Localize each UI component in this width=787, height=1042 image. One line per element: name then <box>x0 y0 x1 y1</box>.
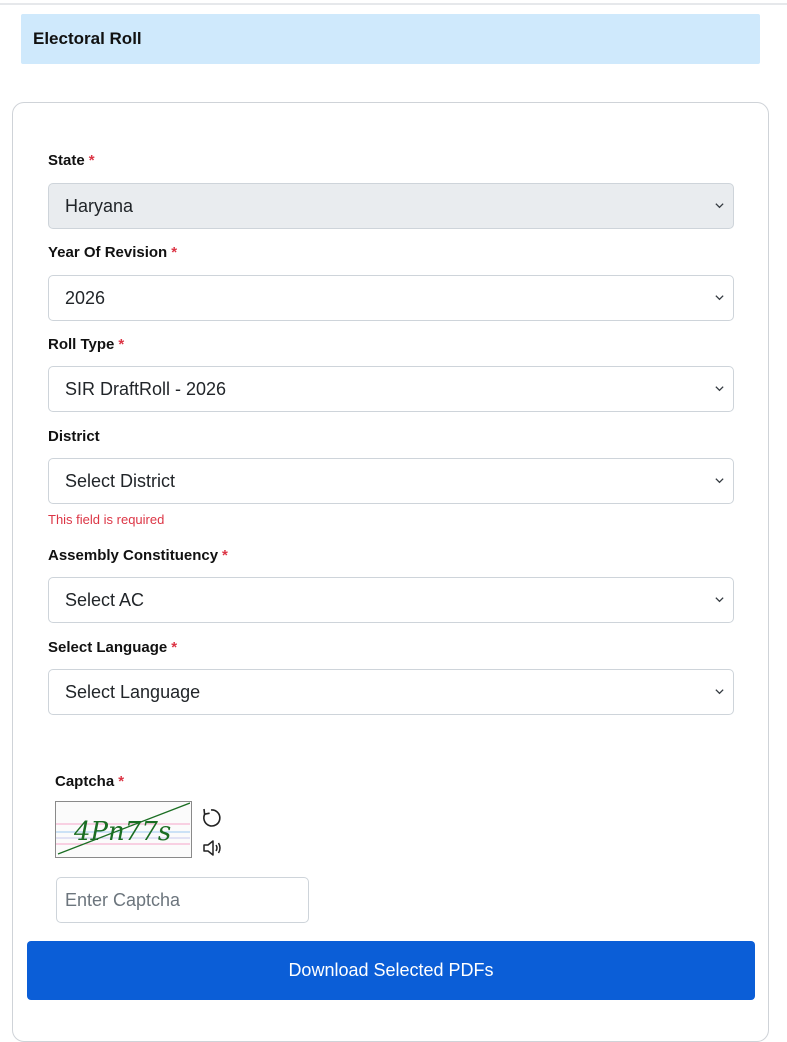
required-mark: * <box>171 639 178 656</box>
page-title: Electoral Roll <box>33 29 142 48</box>
roll-type-label: Roll Type * <box>48 336 125 353</box>
chevron-down-icon <box>715 478 724 484</box>
state-label: State * <box>48 152 95 169</box>
year-label: Year Of Revision * <box>48 244 178 261</box>
download-selected-pdfs-button[interactable]: Download Selected PDFs <box>27 941 755 1000</box>
page-header: Electoral Roll <box>21 14 760 64</box>
ac-select-value: Select AC <box>65 589 145 610</box>
roll-type-select[interactable]: SIR DraftRoll - 2026 <box>48 366 734 412</box>
year-select[interactable]: 2026 <box>48 275 734 321</box>
language-label: Select Language * <box>48 639 178 656</box>
chevron-down-icon <box>715 295 724 301</box>
captcha-input[interactable] <box>56 877 309 923</box>
ac-label: Assembly Constituency * <box>48 547 228 564</box>
district-label: District <box>48 428 100 445</box>
roll-type-select-value: SIR DraftRoll - 2026 <box>65 378 227 399</box>
chevron-down-icon <box>715 203 724 209</box>
required-mark: * <box>171 244 178 261</box>
chevron-down-icon <box>715 386 724 392</box>
state-select[interactable]: Haryana <box>48 183 734 229</box>
audio-icon[interactable] <box>201 838 223 858</box>
district-error-message: This field is required <box>48 512 165 527</box>
refresh-icon[interactable] <box>199 806 223 830</box>
language-select-value: Select Language <box>65 681 201 702</box>
required-mark: * <box>118 773 125 790</box>
chevron-down-icon <box>715 689 724 695</box>
district-select[interactable]: Select District <box>48 458 734 504</box>
captcha-label: Captcha * <box>55 773 125 790</box>
state-select-value: Haryana <box>65 195 134 216</box>
required-mark: * <box>88 152 95 169</box>
language-select[interactable]: Select Language <box>48 669 734 715</box>
chevron-down-icon <box>715 597 724 603</box>
required-mark: * <box>118 336 125 353</box>
captcha-image: 4Pn77s <box>55 801 192 858</box>
year-select-value: 2026 <box>65 287 106 308</box>
ac-select[interactable]: Select AC <box>48 577 734 623</box>
district-select-value: Select District <box>65 470 176 491</box>
required-mark: * <box>222 547 228 564</box>
top-divider <box>0 3 787 5</box>
